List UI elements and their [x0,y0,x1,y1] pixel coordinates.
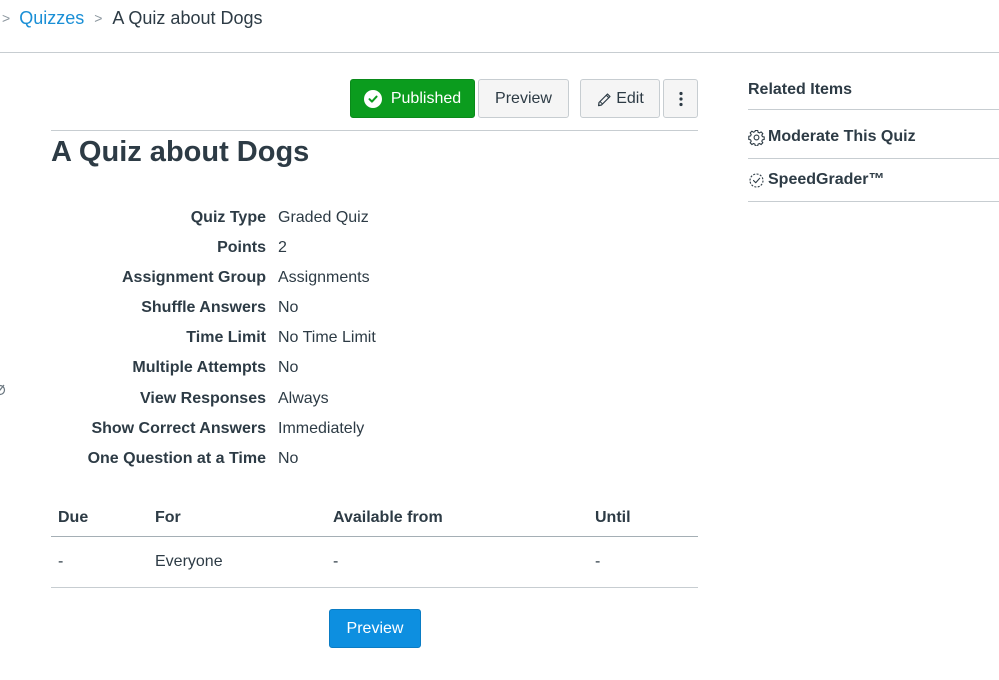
breadcrumb: > Quizzes > A Quiz about Dogs [0,6,263,30]
cell-for: Everyone [155,553,223,570]
column-header-for: For [155,509,181,526]
detail-row-time-limit: Time Limit No Time Limit [0,329,500,359]
cell-available-from: - [333,553,339,570]
related-divider [748,109,999,110]
pencil-icon [596,90,614,108]
detail-value: Immediately [278,420,365,437]
detail-row-assignment-group: Assignment Group Assignments [0,269,500,299]
detail-value: Graded Quiz [278,209,369,226]
column-header-due: Due [58,509,89,526]
detail-value: 2 [278,239,287,256]
page-title: A Quiz about Dogs [51,136,310,168]
title-divider [51,130,698,131]
table-header-divider [51,536,698,537]
detail-label: Show Correct Answers [91,420,266,437]
header-divider [0,52,999,53]
related-divider [748,158,999,159]
preview-quiz-button[interactable]: Preview [329,609,421,648]
column-header-available-from: Available from [333,509,443,526]
related-items-title: Related Items [748,81,853,98]
detail-row-view-responses: View Responses Always [0,390,500,420]
edit-button[interactable]: Edit [580,79,660,118]
gear-icon [748,129,765,146]
detail-label: Multiple Attempts [132,359,266,376]
speedgrader-icon [748,172,765,189]
detail-value: Always [278,390,329,407]
breadcrumb-separator-icon: > [2,10,11,26]
detail-value: No Time Limit [278,329,376,346]
detail-value: No [278,359,299,376]
detail-value: No [278,450,299,467]
breadcrumb-quizzes-link[interactable]: Quizzes [19,8,84,29]
related-divider [748,201,999,202]
check-circle-icon [363,89,382,108]
preview-label: Preview [495,89,552,107]
detail-label: Time Limit [186,329,266,346]
cell-until: - [595,553,601,570]
detail-label: Shuffle Answers [141,299,266,316]
detail-label: View Responses [140,390,266,407]
detail-row-one-question-at-a-time: One Question at a Time No [0,450,500,480]
breadcrumb-separator-icon: > [94,10,103,26]
more-options-button[interactable] [663,79,698,118]
moderate-quiz-link[interactable]: Moderate This Quiz [748,128,916,146]
published-label: Published [390,89,462,107]
moderate-quiz-label: Moderate This Quiz [768,128,916,145]
detail-row-multiple-attempts: Multiple Attempts No [0,359,500,389]
detail-label: One Question at a Time [87,450,266,467]
edit-label: Edit [616,89,644,107]
detail-label: Assignment Group [121,269,266,286]
detail-label: Quiz Type [190,209,266,226]
detail-label: Points [217,239,266,256]
preview-button[interactable]: Preview [478,79,569,118]
cell-due: - [58,553,64,570]
column-header-until: Until [595,509,631,526]
detail-value: No [278,299,299,316]
published-button[interactable]: Published [350,79,475,118]
speedgrader-link[interactable]: SpeedGrader™ [748,171,884,189]
detail-row-shuffle-answers: Shuffle Answers No [0,299,500,329]
detail-row-quiz-type: Quiz Type Graded Quiz [0,209,500,239]
speedgrader-label: SpeedGrader™ [768,171,885,188]
detail-row-show-correct-answers: Show Correct Answers Immediately [0,420,500,450]
detail-value: Assignments [278,269,370,286]
detail-row-points: Points 2 [0,239,500,269]
preview-quiz-label: Preview [346,619,404,637]
breadcrumb-current: A Quiz about Dogs [112,7,263,28]
kebab-menu-icon [678,91,683,107]
table-bottom-divider [51,587,698,588]
